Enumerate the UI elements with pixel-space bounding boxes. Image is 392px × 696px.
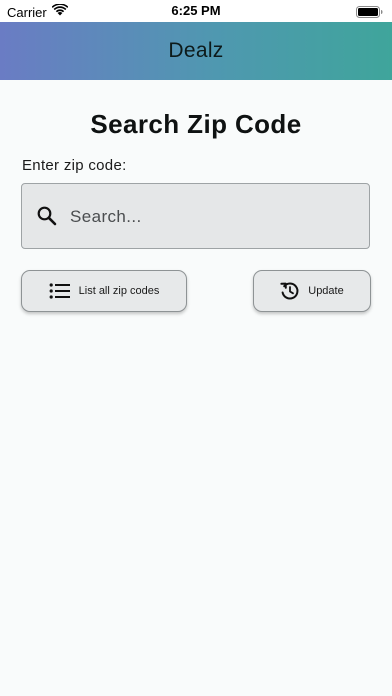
search-icon [36, 205, 58, 227]
list-all-zip-codes-button[interactable]: List all zip codes [21, 270, 187, 312]
page-title: Search Zip Code [90, 109, 302, 139]
zip-field-label: Enter zip code: [22, 157, 127, 174]
app-header: Dealz [0, 22, 392, 80]
status-time: 6:25 PM [171, 3, 221, 18]
update-button[interactable]: Update [253, 270, 371, 312]
update-button-label: Update [308, 285, 344, 297]
app-title: Dealz [168, 39, 224, 62]
list-icon [49, 282, 71, 300]
battery-icon [356, 5, 383, 23]
search-input[interactable] [70, 199, 360, 235]
search-field[interactable] [21, 183, 370, 249]
status-bar: Carrier 6:25 PM [0, 0, 392, 22]
list-all-button-label: List all zip codes [78, 285, 160, 297]
refresh-icon [280, 281, 300, 301]
main-content: Search Zip Code Enter zip code: Search..… [0, 80, 392, 696]
app-screen: Carrier 6:25 PM Dealz Search Zip Code En… [0, 0, 392, 696]
